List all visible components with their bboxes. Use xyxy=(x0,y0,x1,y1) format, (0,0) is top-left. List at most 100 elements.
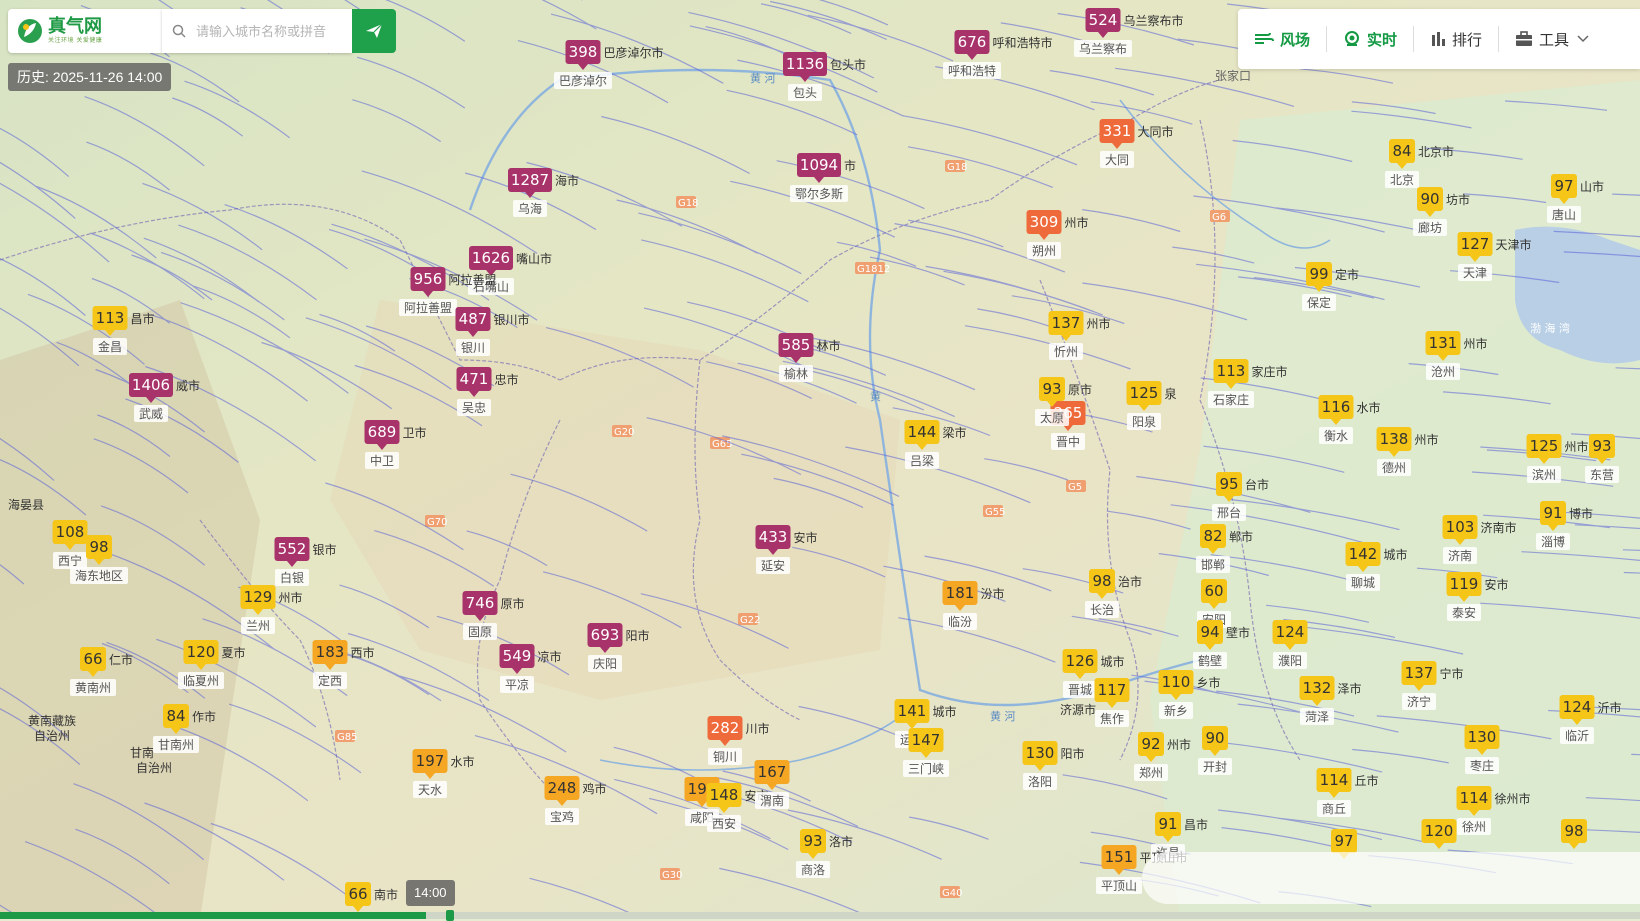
aqi-value: 585 xyxy=(782,336,811,354)
city-name: 焦作 xyxy=(1100,712,1124,726)
city-name: 白银 xyxy=(280,570,304,585)
location-pin-icon xyxy=(1343,30,1361,48)
city-map-label: 作市 xyxy=(192,709,216,724)
search-bar: 真气网 关注环境 关爱健康 xyxy=(8,9,396,53)
timeline-bar[interactable] xyxy=(0,912,1640,919)
timeline-handle[interactable] xyxy=(446,910,454,921)
aqi-value: 114 xyxy=(1320,771,1349,789)
city-map-label: 凉市 xyxy=(538,649,562,664)
city-name: 保定 xyxy=(1307,295,1331,310)
place-label: 黄南藏族 xyxy=(28,713,76,728)
map-toolbar: 风场 实时 排行 工具 xyxy=(1238,9,1640,69)
city-map-label: 银市 xyxy=(313,542,337,557)
city-map-label: 银川市 xyxy=(494,312,530,327)
aqi-value: 137 xyxy=(1052,314,1081,332)
aqi-value: 131 xyxy=(1429,334,1458,352)
aqi-value: 181 xyxy=(946,584,975,602)
aqi-value: 487 xyxy=(459,310,488,328)
city-map-label: 川市 xyxy=(746,721,770,736)
city-name: 邯郸 xyxy=(1201,557,1225,572)
city-map-label: 郸市 xyxy=(1229,529,1253,544)
city-map-label: 博市 xyxy=(1569,506,1593,521)
tool-ranking[interactable]: 排行 xyxy=(1414,9,1498,69)
aqi-value: 84 xyxy=(1392,142,1411,160)
city-map-label: 大同市 xyxy=(1138,124,1174,139)
city-map-label: 丘市 xyxy=(1355,773,1379,788)
toolbox-icon xyxy=(1515,31,1533,47)
city-map-label: 阳市 xyxy=(1061,746,1085,761)
aqi-value: 1626 xyxy=(472,249,510,267)
city-name: 海东地区 xyxy=(75,568,123,583)
aqi-value: 1136 xyxy=(786,55,824,73)
aqi-value: 130 xyxy=(1468,728,1497,746)
send-arrow-icon xyxy=(364,21,384,41)
city-map-label: 城市 xyxy=(1101,654,1125,669)
road-label: G22 xyxy=(740,615,760,626)
city-name: 商洛 xyxy=(801,862,825,877)
water-label: 黄 河 xyxy=(750,71,776,85)
aqi-value: 60 xyxy=(1204,582,1223,600)
search-input[interactable] xyxy=(194,23,358,40)
map-canvas[interactable]: G18 G18 G1812 G6 G65 G20 G70 G22 G85 G5 … xyxy=(0,0,1640,919)
city-map-label: 夏市 xyxy=(222,645,246,660)
city-map-label: 徐州市 xyxy=(1495,791,1531,806)
aqi-value: 119 xyxy=(1450,575,1479,593)
aqi-value: 113 xyxy=(96,309,125,327)
tool-tools-menu[interactable]: 工具 xyxy=(1499,9,1605,69)
city-map-label: 泽市 xyxy=(1338,681,1362,696)
city-map-label: 汾市 xyxy=(981,586,1005,601)
tool-label: 工具 xyxy=(1539,29,1569,50)
bar-chart-icon xyxy=(1430,31,1446,47)
aqi-value: 549 xyxy=(503,647,532,665)
road-label: G5 xyxy=(1068,482,1082,493)
aqi-value: 94 xyxy=(1200,623,1219,641)
city-name: 吴忠 xyxy=(462,401,486,415)
aqi-value: 126 xyxy=(1066,652,1095,670)
aqi-value: 125 xyxy=(1530,437,1559,455)
city-name: 固原 xyxy=(468,625,492,639)
aqi-value: 93 xyxy=(1042,380,1061,398)
city-name: 西安 xyxy=(712,816,736,831)
aqi-value: 248 xyxy=(548,779,577,797)
logo-slogan: 关注环境 关爱健康 xyxy=(48,37,102,45)
city-map-label: 治市 xyxy=(1118,574,1142,589)
tool-wind-field[interactable]: 风场 xyxy=(1238,9,1326,69)
aqi-value: 142 xyxy=(1349,545,1378,563)
aqi-value: 127 xyxy=(1461,235,1490,253)
city-map-label: 忠市 xyxy=(495,372,519,387)
city-map-label: 北京市 xyxy=(1418,144,1454,159)
aqi-value: 138 xyxy=(1380,430,1409,448)
road-label: G55 xyxy=(985,507,1005,518)
city-map-label: 州市 xyxy=(1065,215,1089,230)
aqi-value: 689 xyxy=(368,423,397,441)
aqi-value: 309 xyxy=(1030,213,1059,231)
aqi-value: 471 xyxy=(460,370,489,388)
city-map-label: 城市 xyxy=(1384,547,1408,562)
city-map-label: 原市 xyxy=(1068,382,1092,397)
city-map-label: 沂市 xyxy=(1598,700,1622,715)
search-submit-button[interactable] xyxy=(352,9,396,53)
city-map-label: 巴彦淖尔市 xyxy=(604,45,664,60)
city-map-label: 威市 xyxy=(176,378,200,393)
tool-realtime[interactable]: 实时 xyxy=(1327,9,1413,69)
city-name: 邢台 xyxy=(1217,505,1241,520)
aqi-value: 90 xyxy=(1205,729,1224,747)
city-name: 济宁 xyxy=(1407,694,1431,709)
city-name: 大同 xyxy=(1105,153,1129,167)
city-name: 呼和浩特 xyxy=(948,63,996,78)
tool-label: 风场 xyxy=(1280,29,1310,50)
aqi-value: 110 xyxy=(1162,673,1191,691)
aqi-value: 99 xyxy=(1309,265,1328,283)
city-name: 开封 xyxy=(1203,760,1227,774)
road-label: G70 xyxy=(427,517,447,528)
city-map-label: 州市 xyxy=(1565,439,1589,454)
city-name: 乌兰察布 xyxy=(1079,41,1127,56)
aqi-value: 132 xyxy=(1303,679,1332,697)
city-map-label: 市 xyxy=(844,158,856,173)
city-map-label: 山市 xyxy=(1580,179,1604,194)
site-logo[interactable]: 真气网 关注环境 关爱健康 xyxy=(8,9,162,53)
aqi-value: 1094 xyxy=(800,156,838,174)
watermark-overlay xyxy=(1142,852,1640,904)
city-map-label: 乌兰察布市 xyxy=(1124,13,1184,28)
aqi-value: 137 xyxy=(1405,664,1434,682)
